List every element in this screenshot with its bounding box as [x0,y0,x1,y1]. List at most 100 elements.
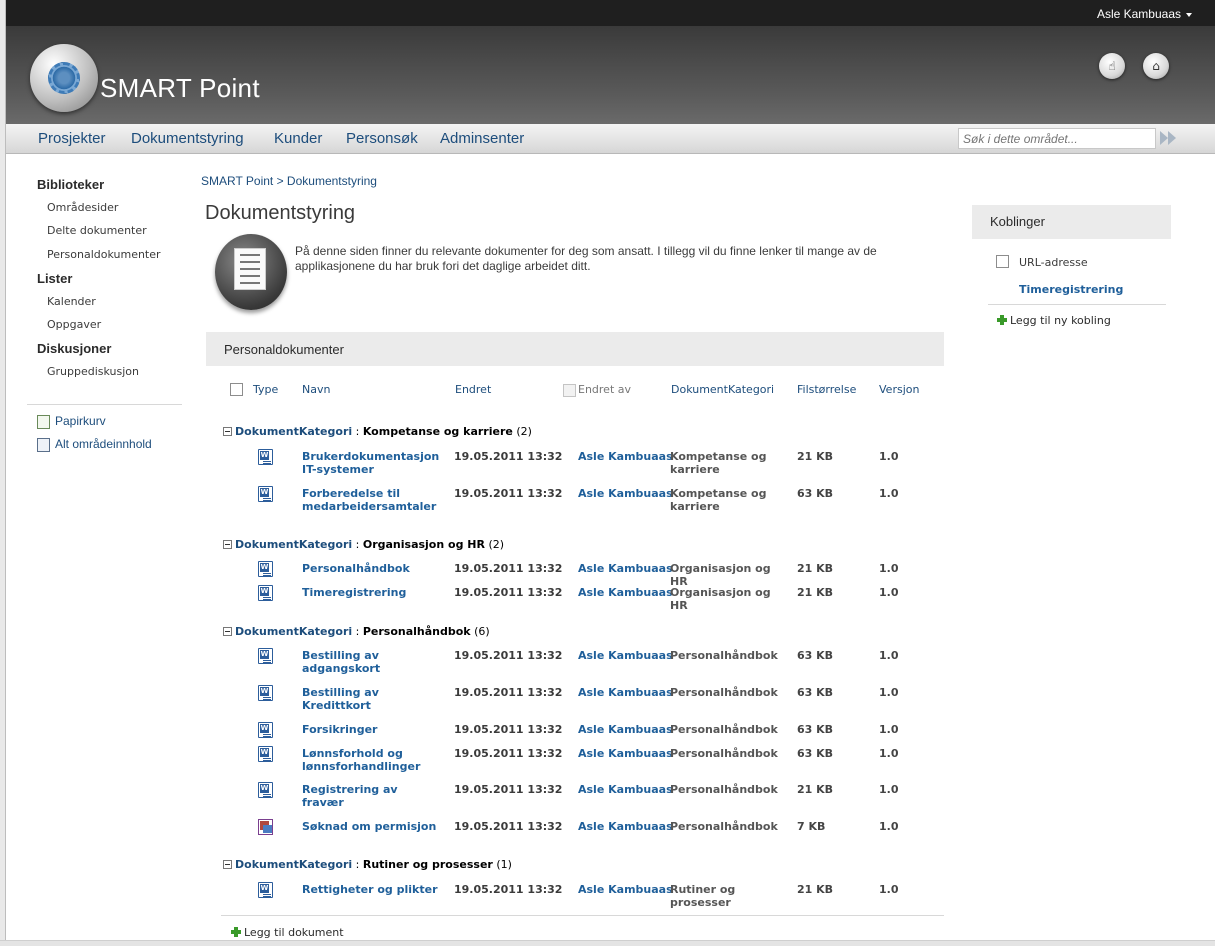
like-icon[interactable]: ☝ [1099,53,1125,79]
modified-by-link[interactable]: Asle Kambuaas [578,783,673,796]
collapse-icon[interactable] [223,860,232,869]
document-name-link[interactable]: Brukerdokumentasjon IT-systemer [302,450,442,476]
modified-by-link[interactable]: Asle Kambuaas [578,686,673,699]
modified-by-link[interactable]: Asle Kambuaas [578,723,673,736]
links-select-all-checkbox[interactable] [996,255,1009,268]
search-input[interactable] [958,128,1156,149]
modified-date: 19.05.2011 13:32 [454,723,563,736]
modified-by-link[interactable]: Asle Kambuaas [578,450,673,463]
modified-by-link[interactable]: Asle Kambuaas [578,586,673,599]
leftnav-item-kalender[interactable]: Kalender [47,295,96,308]
modified-date: 19.05.2011 13:32 [454,450,563,463]
file-size: 63 KB [797,649,834,662]
version: 1.0 [879,723,899,736]
column-header-modified[interactable]: Endret [455,383,491,396]
leftnav-heading-diskusjoner[interactable]: Diskusjoner [37,341,111,356]
document-name-link[interactable]: Personalhåndbok [302,562,442,575]
document-name-link[interactable]: Rettigheter og plikter [302,883,442,896]
breadcrumb[interactable]: SMART Point > Dokumentstyring [201,174,377,188]
collapse-icon[interactable] [223,627,232,636]
intro-text: På denne siden finner du relevante dokum… [295,244,877,273]
word-document-icon[interactable] [258,449,273,465]
leftnav-heading-biblioteker[interactable]: Biblioteker [37,177,104,192]
word-document-icon[interactable] [258,882,273,898]
modified-by-link[interactable]: Asle Kambuaas [578,649,673,662]
leftnav-item-personaldokumenter[interactable]: Personaldokumenter [47,248,161,261]
select-all-checkbox[interactable] [230,383,243,396]
column-header-modified-by[interactable]: Endret av [578,383,631,396]
add-document-label: Legg til dokument [244,926,344,939]
document-category: Personalhåndbok [670,649,778,662]
leftnav-item-delte-dokumenter[interactable]: Delte dokumenter [47,224,147,237]
word-document-icon[interactable] [258,722,273,738]
webpart-title[interactable]: Personaldokumenter [224,342,344,357]
add-link-button[interactable]: Legg til ny kobling [997,314,1111,327]
group-value: Personalhåndbok [362,625,471,638]
document-name-link[interactable]: Forberedelse til medarbeidersamtaler [302,487,442,513]
site-title[interactable]: SMART Point [100,73,260,104]
word-document-icon[interactable] [258,486,273,502]
group-header[interactable]: DokumentKategori : Organisasjon og HR (2… [223,538,504,551]
modified-by-link[interactable]: Asle Kambuaas [578,883,673,896]
user-bar: Asle Kambuaas [6,0,1215,26]
group-header[interactable]: DokumentKategori : Personalhåndbok (6) [223,625,490,638]
word-document-icon[interactable] [258,561,273,577]
topnav-item-kunder[interactable]: Kunder [274,130,322,147]
file-size: 21 KB [797,883,834,896]
column-header-type[interactable]: Type [253,383,278,396]
modified-by-link[interactable]: Asle Kambuaas [578,820,673,833]
links-title[interactable]: Koblinger [990,214,1045,229]
topnav-item-dokumentstyring[interactable]: Dokumentstyring [131,130,244,147]
search-go-icon[interactable] [1160,131,1178,145]
document-name-link[interactable]: Timeregistrering [302,586,442,599]
topnav-item-prosjekter[interactable]: Prosjekter [38,130,106,147]
document-category: Organisasjon og HR [670,562,771,588]
form-document-icon[interactable] [258,819,273,835]
modified-by-link[interactable]: Asle Kambuaas [578,562,673,575]
leftnav-heading-lister[interactable]: Lister [37,271,72,286]
link-timeregistrering[interactable]: Timeregistrering [1019,283,1123,296]
modified-by-link[interactable]: Asle Kambuaas [578,487,673,500]
leftnav-item-oppgaver[interactable]: Oppgaver [47,318,101,331]
word-document-icon[interactable] [258,648,273,664]
topnav-item-adminsenter[interactable]: Adminsenter [440,130,524,147]
document-name-link[interactable]: Registrering av fravær [302,783,442,809]
document-name-link[interactable]: Forsikringer [302,723,442,736]
version: 1.0 [879,747,899,760]
leftnav-recycle-bin[interactable]: Papirkurv [37,414,106,429]
gear-icon [48,62,80,94]
plus-icon [231,927,241,937]
word-document-icon[interactable] [258,746,273,762]
add-document-link[interactable]: Legg til dokument [231,926,344,939]
links-column-url[interactable]: URL-adresse [1019,256,1088,269]
leftnav-item-omradesider[interactable]: Områdesider [47,201,118,214]
word-document-icon[interactable] [258,782,273,798]
user-menu[interactable]: Asle Kambuaas [1097,7,1192,21]
collapse-icon[interactable] [223,427,232,436]
column-header-category[interactable]: DokumentKategori [671,383,774,396]
modified-by-link[interactable]: Asle Kambuaas [578,747,673,760]
column-header-file-size[interactable]: Filstørrelse [797,383,856,396]
document-name-link[interactable]: Bestilling av Kredittkort [302,686,442,712]
group-header[interactable]: DokumentKategori : Kompetanse og karrier… [223,425,532,438]
leftnav-all-content[interactable]: Alt områdeinnhold [37,437,152,452]
modified-date: 19.05.2011 13:32 [454,820,563,833]
group-value: Kompetanse og karriere [362,425,513,438]
collapse-icon[interactable] [223,540,232,549]
modified-date: 19.05.2011 13:32 [454,487,563,500]
topnav-item-personsok[interactable]: Personsøk [346,130,418,147]
word-document-icon[interactable] [258,685,273,701]
word-document-icon[interactable] [258,585,273,601]
group-header[interactable]: DokumentKategori : Rutiner og prosesser … [223,858,512,871]
group-count: (1) [496,858,512,871]
site-header: SMART Point ☝ ⌂ [6,26,1215,124]
document-name-link[interactable]: Bestilling av adgangskort [302,649,442,675]
tag-icon[interactable]: ⌂ [1143,53,1169,79]
document-category: Personalhåndbok [670,686,778,699]
document-name-link[interactable]: Lønnsforhold og lønnsforhandlinger [302,747,442,773]
column-header-version[interactable]: Versjon [879,383,919,396]
leftnav-item-gruppediskusjon[interactable]: Gruppediskusjon [47,365,139,378]
document-name-link[interactable]: Søknad om permisjon [302,820,442,833]
site-logo[interactable] [30,44,98,112]
column-header-name[interactable]: Navn [302,383,330,396]
